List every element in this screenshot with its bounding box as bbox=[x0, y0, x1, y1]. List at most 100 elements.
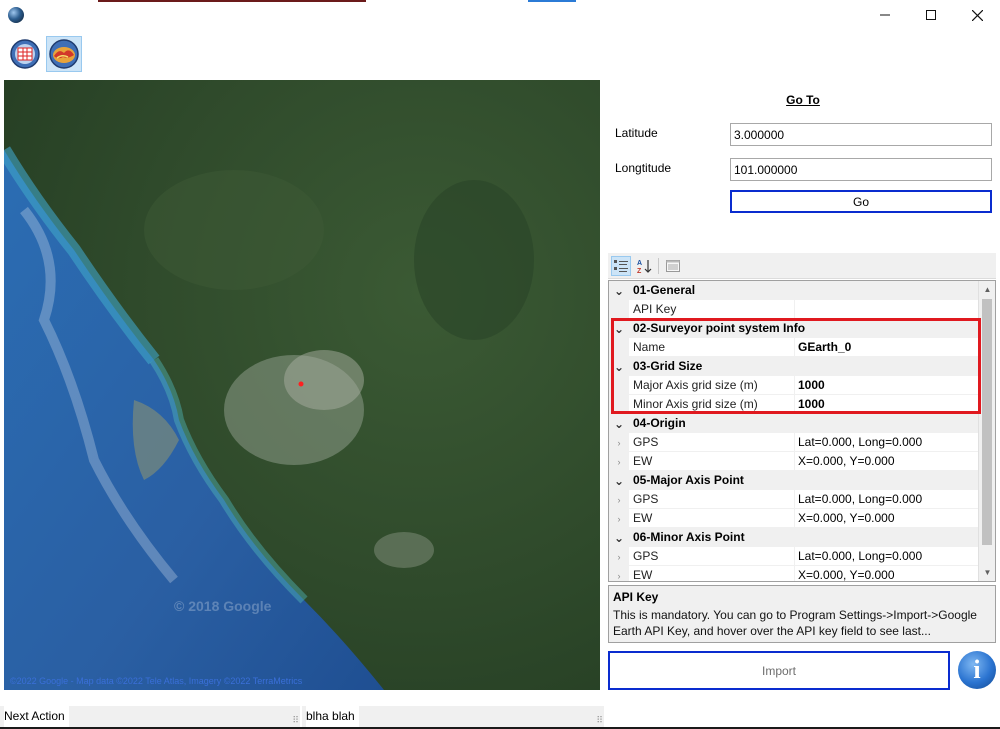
property-name: GPS bbox=[629, 547, 794, 566]
goto-title: Go To bbox=[786, 93, 820, 107]
expand-chevron-icon[interactable]: › bbox=[609, 433, 629, 452]
property-value[interactable]: GEarth_0 bbox=[794, 338, 979, 357]
property-category[interactable]: ⌄ 01-General bbox=[609, 281, 979, 300]
longitude-input[interactable] bbox=[730, 158, 992, 181]
property-category[interactable]: ⌄ 02-Surveyor point system Info bbox=[609, 319, 979, 338]
latitude-input[interactable] bbox=[730, 123, 992, 146]
minimize-icon bbox=[880, 14, 890, 16]
info-icon: i bbox=[973, 655, 981, 684]
minimize-button[interactable] bbox=[862, 0, 908, 30]
svg-text:Z: Z bbox=[637, 268, 642, 274]
collapse-chevron-icon[interactable]: ⌄ bbox=[609, 414, 629, 433]
property-value[interactable] bbox=[794, 300, 979, 319]
category-label: 01-General bbox=[633, 283, 696, 297]
property-row[interactable]: API Key bbox=[609, 300, 979, 319]
alphabetical-button[interactable]: A Z bbox=[635, 256, 655, 276]
property-name: Minor Axis grid size (m) bbox=[629, 395, 794, 414]
terrain-globe-button[interactable] bbox=[46, 36, 82, 72]
expand-chevron-icon[interactable]: › bbox=[609, 452, 629, 471]
property-row[interactable]: › EW X=0.000, Y=0.000 bbox=[609, 509, 979, 528]
row-gutter bbox=[609, 338, 629, 357]
collapse-chevron-icon[interactable]: ⌄ bbox=[609, 281, 629, 300]
app-globe-icon bbox=[8, 7, 24, 23]
status-cell-message: blha blah ⠿ bbox=[302, 706, 604, 727]
import-button[interactable]: Import bbox=[608, 651, 950, 690]
property-row[interactable]: Major Axis grid size (m) 1000 bbox=[609, 376, 979, 395]
title-accent-bar bbox=[98, 0, 366, 2]
categorized-icon bbox=[614, 260, 628, 272]
category-label: 05-Major Axis Point bbox=[633, 473, 744, 487]
property-value[interactable]: X=0.000, Y=0.000 bbox=[794, 509, 979, 528]
collapse-chevron-icon[interactable]: ⌄ bbox=[609, 528, 629, 547]
property-category[interactable]: ⌄ 05-Major Axis Point bbox=[609, 471, 979, 490]
property-row[interactable]: › GPS Lat=0.000, Long=0.000 bbox=[609, 433, 979, 452]
grid-globe-icon bbox=[10, 39, 40, 69]
property-row[interactable]: › EW X=0.000, Y=0.000 bbox=[609, 566, 979, 581]
category-label: 02-Surveyor point system Info bbox=[633, 321, 806, 335]
property-value[interactable]: 1000 bbox=[794, 395, 979, 414]
map-attribution: ©2022 Google - Map data ©2022 Tele Atlas… bbox=[10, 676, 303, 686]
category-label: 03-Grid Size bbox=[633, 359, 703, 373]
property-value[interactable]: Lat=0.000, Long=0.000 bbox=[794, 433, 979, 452]
property-row[interactable]: › GPS Lat=0.000, Long=0.000 bbox=[609, 490, 979, 509]
property-name: Major Axis grid size (m) bbox=[629, 376, 794, 395]
satellite-map[interactable]: © 2018 Google ©2022 Google - Map data ©2… bbox=[4, 80, 600, 690]
status-bar: Next Action ⠿ blha blah ⠿ bbox=[0, 706, 1000, 729]
property-category[interactable]: ⌄ 04-Origin bbox=[609, 414, 979, 433]
property-row[interactable]: › EW X=0.000, Y=0.000 bbox=[609, 452, 979, 471]
expand-chevron-icon[interactable]: › bbox=[609, 566, 629, 581]
property-help-panel: API Key This is mandatory. You can go to… bbox=[608, 585, 996, 643]
map-watermark: © 2018 Google bbox=[174, 598, 272, 614]
property-row[interactable]: › GPS Lat=0.000, Long=0.000 bbox=[609, 547, 979, 566]
scroll-thumb[interactable] bbox=[982, 299, 992, 545]
property-grid[interactable]: ⌄ 01-General API Key ⌄ 02-Surveyor point sys… bbox=[608, 280, 996, 582]
grid-globe-button[interactable] bbox=[7, 36, 43, 72]
categorized-button[interactable] bbox=[611, 256, 631, 276]
svg-text:A: A bbox=[637, 260, 642, 267]
property-value[interactable]: 1000 bbox=[794, 376, 979, 395]
title-accent-bar bbox=[528, 0, 576, 2]
property-name: Name bbox=[629, 338, 794, 357]
property-value[interactable]: X=0.000, Y=0.000 bbox=[794, 566, 979, 581]
collapse-chevron-icon[interactable]: ⌄ bbox=[609, 319, 629, 338]
property-row[interactable]: Minor Axis grid size (m) 1000 bbox=[609, 395, 979, 414]
longitude-label: Longtitude bbox=[615, 161, 672, 175]
status-message: blha blah bbox=[306, 706, 359, 727]
scroll-down-icon[interactable]: ▼ bbox=[979, 564, 995, 581]
maximize-button[interactable] bbox=[908, 0, 954, 30]
property-category[interactable]: ⌄ 06-Minor Axis Point bbox=[609, 528, 979, 547]
property-name: EW bbox=[629, 566, 794, 581]
property-grid-rows: ⌄ 01-General API Key ⌄ 02-Surveyor point sys… bbox=[609, 281, 979, 581]
go-button[interactable]: Go bbox=[730, 190, 992, 213]
property-name: GPS bbox=[629, 490, 794, 509]
help-title: API Key bbox=[613, 590, 659, 604]
property-row[interactable]: Name GEarth_0 bbox=[609, 338, 979, 357]
property-value[interactable]: Lat=0.000, Long=0.000 bbox=[794, 547, 979, 566]
property-grid-toolbar: A Z bbox=[608, 253, 996, 279]
help-body: This is mandatory. You can go to Program… bbox=[613, 608, 977, 638]
info-button[interactable]: i bbox=[958, 651, 996, 689]
close-button[interactable] bbox=[954, 0, 1000, 30]
property-grid-scrollbar[interactable]: ▲ ▼ bbox=[978, 281, 995, 581]
property-value[interactable]: X=0.000, Y=0.000 bbox=[794, 452, 979, 471]
property-value[interactable]: Lat=0.000, Long=0.000 bbox=[794, 490, 979, 509]
property-name: EW bbox=[629, 452, 794, 471]
close-icon bbox=[971, 9, 983, 21]
expand-chevron-icon[interactable]: › bbox=[609, 509, 629, 528]
property-category[interactable]: ⌄ 03-Grid Size bbox=[609, 357, 979, 376]
expand-chevron-icon[interactable]: › bbox=[609, 490, 629, 509]
toolbar bbox=[0, 32, 1000, 76]
status-cell-action: Next Action ⠿ bbox=[0, 706, 300, 727]
collapse-chevron-icon[interactable]: ⌄ bbox=[609, 471, 629, 490]
expand-chevron-icon[interactable]: › bbox=[609, 547, 629, 566]
scroll-up-icon[interactable]: ▲ bbox=[979, 281, 995, 298]
collapse-chevron-icon[interactable]: ⌄ bbox=[609, 357, 629, 376]
maximize-icon bbox=[926, 10, 936, 20]
category-label: 06-Minor Axis Point bbox=[633, 530, 745, 544]
property-pages-button[interactable] bbox=[663, 256, 683, 276]
toolbar-separator bbox=[658, 258, 659, 274]
property-name: API Key bbox=[629, 300, 794, 319]
row-gutter bbox=[609, 395, 629, 414]
terrain-globe-icon bbox=[49, 39, 79, 69]
latitude-label: Latitude bbox=[615, 126, 658, 140]
